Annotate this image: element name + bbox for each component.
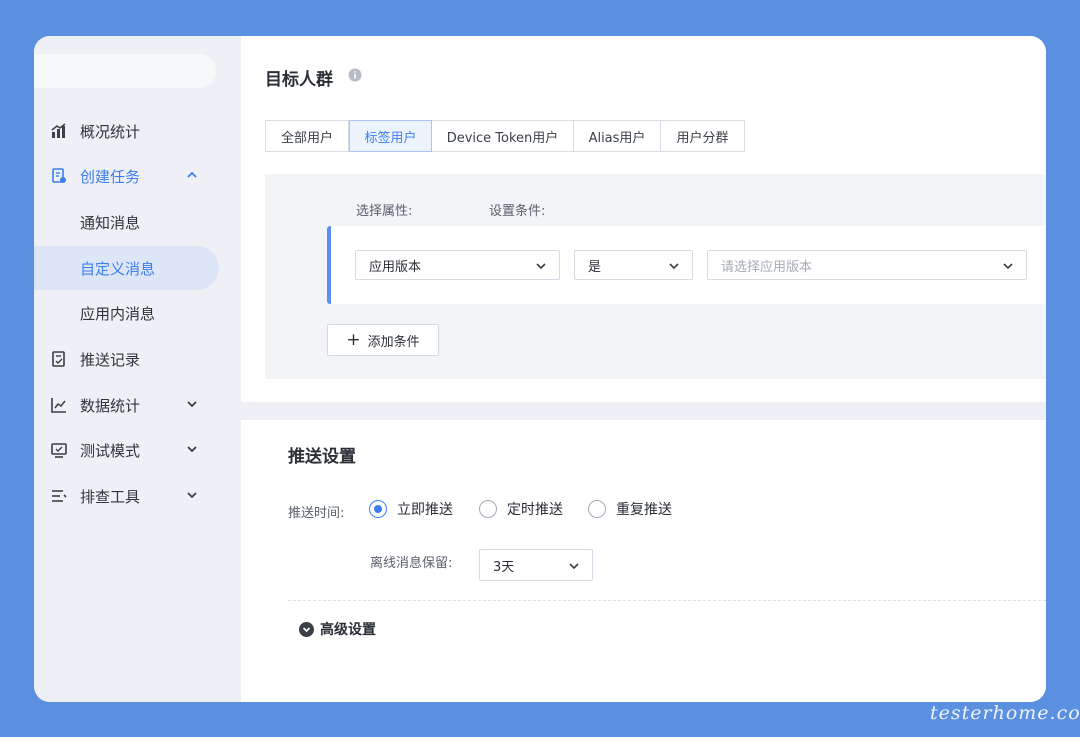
sidebar-subitem-in-app-message[interactable]: 应用内消息	[34, 291, 219, 335]
sidebar-item-label: 排查工具	[80, 487, 141, 506]
radio-repeat[interactable]: 重复推送	[588, 499, 672, 519]
chevron-down-icon	[187, 401, 197, 408]
sidebar-subitem-label: 应用内消息	[80, 304, 156, 323]
attribute-header: 选择属性:	[356, 204, 413, 219]
condition-row: 应用版本 是 请选择应用版本	[327, 226, 1046, 304]
add-condition-button[interactable]: + 添加条件	[327, 324, 439, 356]
radio-label: 定时推送	[507, 502, 563, 518]
chevron-down-icon	[187, 492, 197, 499]
audience-tabs: 全部用户 标签用户 Device Token用户 Alias用户 用户分群	[265, 120, 745, 152]
offline-retention-value: 3天	[493, 559, 515, 575]
sidebar-subitem-label: 自定义消息	[80, 259, 156, 278]
target-audience-title: 目标人群	[265, 70, 333, 90]
main-content: 目标人群 全部用户 标签用户 Device Token用户 Alias用户 用户…	[241, 36, 1046, 702]
operator-select[interactable]: 是	[574, 250, 693, 280]
line-chart-icon	[51, 398, 66, 413]
offline-retention-label: 离线消息保留:	[370, 556, 453, 571]
chevron-down-icon	[669, 263, 679, 270]
sidebar-item-label: 概况统计	[80, 122, 141, 141]
chevron-down-icon	[536, 263, 546, 270]
section-divider	[241, 402, 1046, 420]
sidebar: 概况统计 创建任务 通知消息 自定义消息 应用内消息 推送记录 数据统计 测试模…	[34, 36, 241, 702]
offline-retention-select[interactable]: 3天	[479, 549, 593, 581]
info-icon[interactable]	[348, 68, 362, 82]
add-condition-label: 添加条件	[367, 334, 420, 350]
chevron-up-icon	[187, 171, 197, 178]
radio-label: 立即推送	[397, 502, 453, 518]
plus-icon: +	[346, 329, 361, 350]
radio-immediate[interactable]: 立即推送	[369, 499, 453, 519]
advanced-settings-toggle[interactable]: 高级设置	[299, 619, 376, 639]
sidebar-item-label: 数据统计	[80, 396, 141, 415]
tab-alias-users[interactable]: Alias用户	[574, 120, 661, 152]
advanced-settings-label: 高级设置	[320, 622, 376, 638]
dashed-divider	[288, 600, 1046, 601]
chevron-down-icon	[187, 446, 197, 453]
sidebar-item-troubleshoot[interactable]: 排查工具	[34, 474, 241, 518]
radio-scheduled[interactable]: 定时推送	[479, 499, 563, 519]
sidebar-item-data-stats[interactable]: 数据统计	[34, 383, 241, 427]
monitor-icon	[51, 443, 67, 458]
sidebar-item-create-task[interactable]: 创建任务	[34, 154, 241, 198]
sidebar-item-label: 创建任务	[80, 167, 141, 186]
app-window: 概况统计 创建任务 通知消息 自定义消息 应用内消息 推送记录 数据统计 测试模…	[34, 36, 1046, 702]
version-select-placeholder: 请选择应用版本	[721, 259, 813, 275]
watermark: testerhome.com	[930, 702, 1080, 724]
radio-unchecked-icon	[479, 500, 497, 518]
condition-panel: 选择属性: 设置条件: 应用版本 是 请选择应用版本 + 添加条件	[265, 174, 1046, 379]
task-doc-icon	[52, 168, 66, 183]
record-doc-icon	[52, 351, 65, 367]
tab-device-token-users[interactable]: Device Token用户	[432, 120, 574, 152]
tab-user-segment[interactable]: 用户分群	[661, 120, 745, 152]
sidebar-item-push-records[interactable]: 推送记录	[34, 337, 241, 381]
radio-checked-icon	[369, 500, 387, 518]
tab-all-users[interactable]: 全部用户	[265, 120, 349, 152]
sidebar-item-label: 测试模式	[80, 441, 141, 460]
condition-header: 设置条件:	[489, 204, 546, 219]
chevron-down-icon	[569, 563, 579, 570]
version-select[interactable]: 请选择应用版本	[707, 250, 1027, 280]
attribute-select[interactable]: 应用版本	[355, 250, 560, 280]
logo-placeholder	[34, 54, 216, 88]
chevron-down-icon	[1003, 263, 1013, 270]
attribute-select-value: 应用版本	[369, 259, 422, 275]
sidebar-subitem-label: 通知消息	[80, 213, 141, 232]
bar-chart-icon	[51, 123, 66, 138]
tab-tag-users[interactable]: 标签用户	[349, 120, 432, 152]
sidebar-subitem-custom-message[interactable]: 自定义消息	[34, 246, 219, 290]
radio-label: 重复推送	[616, 502, 672, 518]
chevron-circle-down-icon	[299, 621, 314, 637]
sidebar-item-label: 推送记录	[80, 350, 141, 369]
push-settings-title: 推送设置	[288, 447, 356, 467]
sidebar-subitem-notification[interactable]: 通知消息	[34, 200, 219, 244]
sidebar-item-overview[interactable]: 概况统计	[34, 109, 241, 153]
radio-unchecked-icon	[588, 500, 606, 518]
operator-select-value: 是	[588, 259, 602, 275]
push-time-label: 推送时间:	[288, 506, 345, 521]
sidebar-item-test-mode[interactable]: 测试模式	[34, 428, 241, 472]
list-tool-icon	[52, 490, 67, 502]
